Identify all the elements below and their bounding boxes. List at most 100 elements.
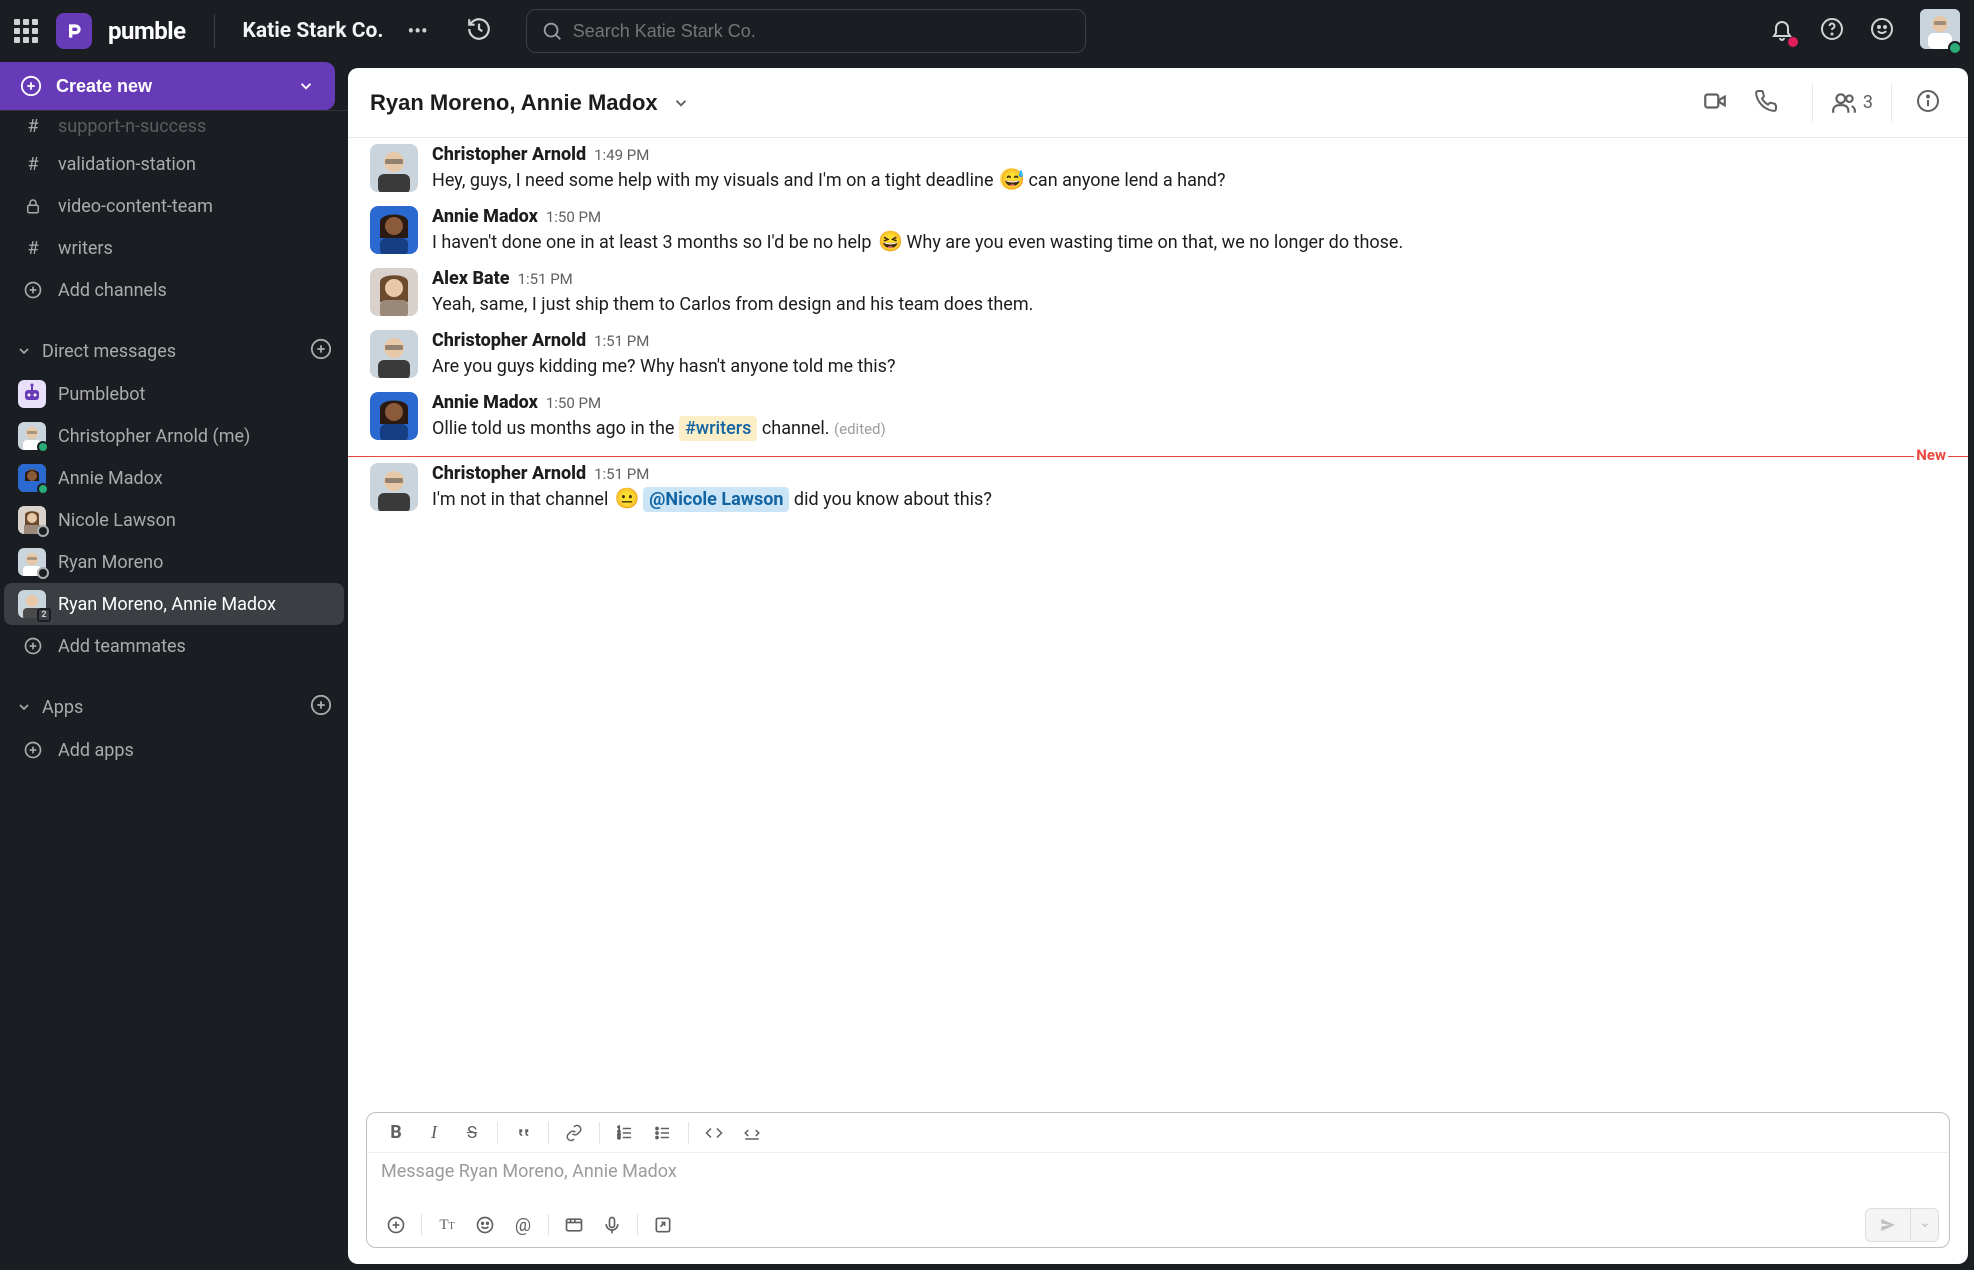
- format-toolbar: B I S 123: [367, 1113, 1949, 1153]
- dm-avatar: [18, 464, 46, 492]
- members-button[interactable]: 3: [1831, 90, 1873, 116]
- create-new-button[interactable]: Create new: [0, 62, 335, 110]
- plus-circle-icon: [20, 740, 46, 760]
- search-input[interactable]: [573, 21, 1071, 42]
- dm-row[interactable]: Annie Madox: [4, 457, 344, 499]
- add-dm-button[interactable]: [310, 338, 332, 365]
- svg-text:3: 3: [618, 1135, 621, 1141]
- hash-icon: #: [20, 116, 46, 137]
- apps-grid-icon[interactable]: [14, 19, 38, 43]
- message-author[interactable]: Christopher Arnold: [432, 330, 586, 351]
- add-channels-row[interactable]: Add channels: [2, 269, 346, 311]
- header-divider: [1891, 83, 1892, 123]
- shortcut-button[interactable]: [644, 1206, 682, 1244]
- search-box[interactable]: [526, 9, 1086, 53]
- message-row: Christopher Arnold1:49 PMHey, guys, I ne…: [348, 138, 1968, 200]
- dm-avatar: [18, 548, 46, 576]
- messages-pane[interactable]: Christopher Arnold1:49 PMHey, guys, I ne…: [348, 138, 1968, 1104]
- quote-button[interactable]: [504, 1114, 542, 1152]
- message-author[interactable]: Annie Madox: [432, 392, 538, 413]
- dm-avatar: [18, 422, 46, 450]
- code-button[interactable]: [695, 1114, 733, 1152]
- chevron-down-icon: [672, 94, 690, 112]
- members-icon: [1831, 90, 1857, 116]
- brand-logo-icon[interactable]: [56, 13, 92, 49]
- message-input[interactable]: [381, 1161, 1935, 1191]
- dm-row[interactable]: Nicole Lawson: [4, 499, 344, 541]
- add-teammates-row[interactable]: Add teammates: [2, 625, 346, 667]
- strikethrough-button[interactable]: S: [453, 1114, 491, 1152]
- channel-row[interactable]: #writers: [2, 227, 346, 269]
- presence-online-icon: [37, 483, 49, 495]
- emoji-sweat-icon: [1000, 168, 1022, 190]
- info-button[interactable]: [1910, 83, 1946, 123]
- new-messages-divider: New: [348, 456, 1968, 457]
- ordered-list-button[interactable]: 123: [606, 1114, 644, 1152]
- channel-row[interactable]: video-content-team: [2, 185, 346, 227]
- message-author[interactable]: Christopher Arnold: [432, 463, 586, 484]
- workspace-name[interactable]: Katie Stark Co.: [243, 19, 384, 43]
- message-row: Christopher Arnold1:51 PMAre you guys ki…: [348, 324, 1968, 386]
- dm-avatar: [18, 506, 46, 534]
- channel-row-cut[interactable]: # support-n-success: [2, 111, 346, 143]
- channel-row[interactable]: #validation-station: [2, 143, 346, 185]
- audio-call-button[interactable]: [1748, 83, 1784, 123]
- audio-clip-button[interactable]: [593, 1206, 631, 1244]
- smile-icon: [1870, 17, 1894, 41]
- italic-button[interactable]: I: [415, 1114, 453, 1152]
- dm-row[interactable]: Pumblebot: [4, 373, 344, 415]
- message-author[interactable]: Alex Bate: [432, 268, 510, 289]
- help-button[interactable]: [1820, 17, 1844, 45]
- mention-button[interactable]: @: [504, 1206, 542, 1244]
- send-button-group: [1865, 1208, 1939, 1242]
- message-author[interactable]: Christopher Arnold: [432, 144, 586, 165]
- user-avatar-button[interactable]: [1920, 9, 1960, 53]
- send-button[interactable]: [1866, 1209, 1910, 1241]
- apps-header-label: Apps: [42, 697, 83, 718]
- format-toggle-button[interactable]: TT: [428, 1206, 466, 1244]
- dm-label: Annie Madox: [58, 468, 163, 489]
- message-time: 1:50 PM: [546, 394, 601, 412]
- send-options-button[interactable]: [1910, 1209, 1938, 1241]
- emoji-picker-button[interactable]: [466, 1206, 504, 1244]
- dm-label: Pumblebot: [58, 384, 145, 405]
- dm-label: Ryan Moreno: [58, 552, 163, 573]
- new-label: New: [1914, 446, 1948, 464]
- bullet-list-button[interactable]: [644, 1114, 682, 1152]
- link-button[interactable]: [555, 1114, 593, 1152]
- chat-title: Ryan Moreno, Annie Madox: [370, 90, 658, 116]
- chevron-down-icon: [16, 699, 32, 715]
- attach-button[interactable]: [377, 1206, 415, 1244]
- dm-label: Christopher Arnold (me): [58, 426, 250, 447]
- channel-label: writers: [58, 238, 113, 259]
- user-mention[interactable]: @Nicole Lawson: [643, 487, 789, 512]
- message-author[interactable]: Annie Madox: [432, 206, 538, 227]
- add-apps-row[interactable]: Add apps: [2, 729, 346, 771]
- bold-button[interactable]: B: [377, 1114, 415, 1152]
- workspace-more-icon[interactable]: •••: [407, 19, 427, 43]
- info-icon: [1916, 89, 1940, 113]
- add-app-button[interactable]: [310, 694, 332, 721]
- video-call-button[interactable]: [1696, 82, 1734, 124]
- chat-title-button[interactable]: Ryan Moreno, Annie Madox: [370, 90, 690, 116]
- edited-label: (edited): [834, 420, 886, 438]
- add-apps-label: Add apps: [58, 740, 134, 761]
- message-text: I'm not in that channel @Nicole Lawson d…: [432, 486, 1946, 513]
- codeblock-button[interactable]: [733, 1114, 771, 1152]
- video-clip-button[interactable]: [555, 1206, 593, 1244]
- direct-messages-header[interactable]: Direct messages: [0, 329, 348, 373]
- history-icon[interactable]: [466, 16, 492, 46]
- apps-header[interactable]: Apps: [0, 685, 348, 729]
- message-text: Hey, guys, I need some help with my visu…: [432, 167, 1946, 194]
- divider: [214, 14, 215, 48]
- dm-row[interactable]: Christopher Arnold (me): [4, 415, 344, 457]
- notifications-button[interactable]: [1770, 17, 1794, 45]
- emoji-button[interactable]: [1870, 17, 1894, 45]
- channel-mention[interactable]: #writers: [679, 416, 757, 441]
- message-time: 1:51 PM: [594, 332, 649, 350]
- add-channels-label: Add channels: [58, 280, 167, 301]
- chevron-down-icon: [16, 343, 32, 359]
- dm-row[interactable]: Ryan Moreno: [4, 541, 344, 583]
- dm-row[interactable]: 2Ryan Moreno, Annie Madox: [4, 583, 344, 625]
- dm-header-label: Direct messages: [42, 341, 176, 362]
